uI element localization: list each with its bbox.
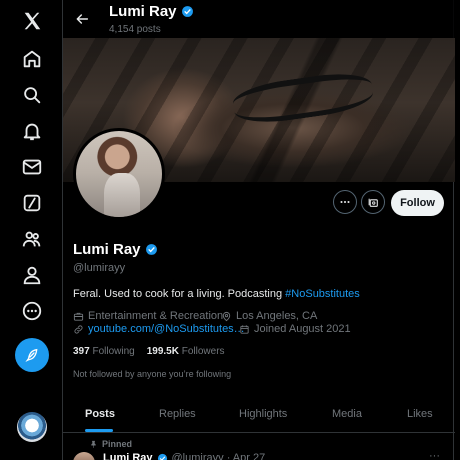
post-button[interactable]: [15, 338, 49, 372]
briefcase-icon: [73, 312, 84, 321]
notifications-icon[interactable]: [13, 112, 51, 150]
bio-hashtag-link[interactable]: #NoSubstitutes: [285, 288, 360, 300]
verified-badge-icon: [181, 6, 193, 17]
profile-tabs: Posts Replies Highlights Media Likes: [63, 395, 455, 433]
website-text[interactable]: youtube.com/@NoSubstitutes…: [88, 323, 245, 335]
feather-icon: [25, 348, 38, 363]
verified-badge-icon: [145, 244, 157, 255]
calendar-icon: [240, 324, 249, 334]
tweet-author-avatar[interactable]: [73, 452, 95, 460]
profile-handle: @lumirayy: [73, 262, 126, 274]
tweet-author-handle[interactable]: @lumirayy · Apr 27: [172, 452, 266, 460]
tab-highlights[interactable]: Highlights: [239, 395, 287, 433]
home-icon[interactable]: [13, 40, 51, 78]
profile-name: Lumi Ray: [73, 241, 158, 258]
verified-badge-icon: [157, 453, 167, 460]
profile-header-bar: Lumi Ray 4,154 posts: [63, 0, 455, 38]
back-arrow-icon[interactable]: [71, 8, 93, 30]
link-icon: [74, 324, 83, 334]
profile-icon[interactable]: [13, 256, 51, 294]
tab-likes[interactable]: Likes: [407, 395, 433, 433]
messages-icon[interactable]: [13, 148, 51, 186]
pin-icon: [91, 440, 96, 448]
profile-avatar[interactable]: [73, 128, 165, 220]
subscribe-icon: [368, 198, 378, 207]
profile-column: Lumi Ray 4,154 posts Follow Lumi Ray @lu…: [62, 0, 455, 460]
grok-icon[interactable]: [13, 184, 51, 222]
tweet-author-line: Lumi Ray @lumirayy · Apr 27: [103, 452, 265, 460]
header-name-text: Lumi Ray: [109, 3, 177, 20]
post-count: 4,154 posts: [109, 24, 161, 35]
tab-media[interactable]: Media: [332, 395, 362, 433]
tweet-author-name[interactable]: Lumi Ray: [103, 452, 153, 460]
tab-replies[interactable]: Replies: [159, 395, 196, 433]
tweet-more-button[interactable]: ···: [429, 450, 440, 460]
follow-stats: 397 Following 199.5K Followers: [73, 346, 225, 357]
ellipsis-icon: [340, 200, 350, 204]
following-label: Following: [92, 346, 135, 357]
followers-count: 199.5K: [146, 346, 179, 357]
followers-link[interactable]: 199.5K Followers: [147, 346, 225, 357]
follow-button[interactable]: Follow: [391, 190, 444, 216]
pinned-text: Pinned: [102, 439, 133, 449]
profile-category: Entertainment & Recreation: [73, 310, 223, 322]
more-icon[interactable]: [13, 292, 51, 330]
search-icon[interactable]: [13, 76, 51, 114]
category-text: Entertainment & Recreation: [88, 310, 224, 322]
active-tab-indicator: [85, 429, 113, 432]
pinned-label: Pinned: [89, 439, 132, 449]
following-count: 397: [73, 346, 90, 357]
communities-icon[interactable]: [13, 220, 51, 258]
profile-website-link[interactable]: youtube.com/@NoSubstitutes…: [73, 323, 245, 335]
profile-joined: Joined August 2021: [239, 323, 351, 335]
profile-location: Los Angeles, CA: [221, 310, 317, 322]
followers-label: Followers: [181, 346, 225, 357]
account-avatar[interactable]: [17, 412, 47, 442]
location-text: Los Angeles, CA: [236, 310, 318, 322]
nav-rail: [0, 0, 62, 460]
subscribe-button[interactable]: [361, 190, 385, 214]
header-name: Lumi Ray: [109, 3, 194, 20]
x-logo-icon[interactable]: [13, 2, 51, 40]
profile-bio: Feral. Used to cook for a living. Podcas…: [73, 288, 360, 300]
joined-text: Joined August 2021: [254, 323, 351, 335]
tab-posts[interactable]: Posts: [85, 395, 115, 433]
following-link[interactable]: 397 Following: [73, 346, 135, 357]
more-options-button[interactable]: [333, 190, 357, 214]
not-followed-note: Not followed by anyone you’re following: [73, 369, 232, 379]
location-pin-icon: [222, 311, 231, 321]
bio-text: Feral. Used to cook for a living. Podcas…: [73, 288, 286, 300]
avatar-figure: [104, 173, 140, 217]
profile-name-text: Lumi Ray: [73, 241, 141, 258]
